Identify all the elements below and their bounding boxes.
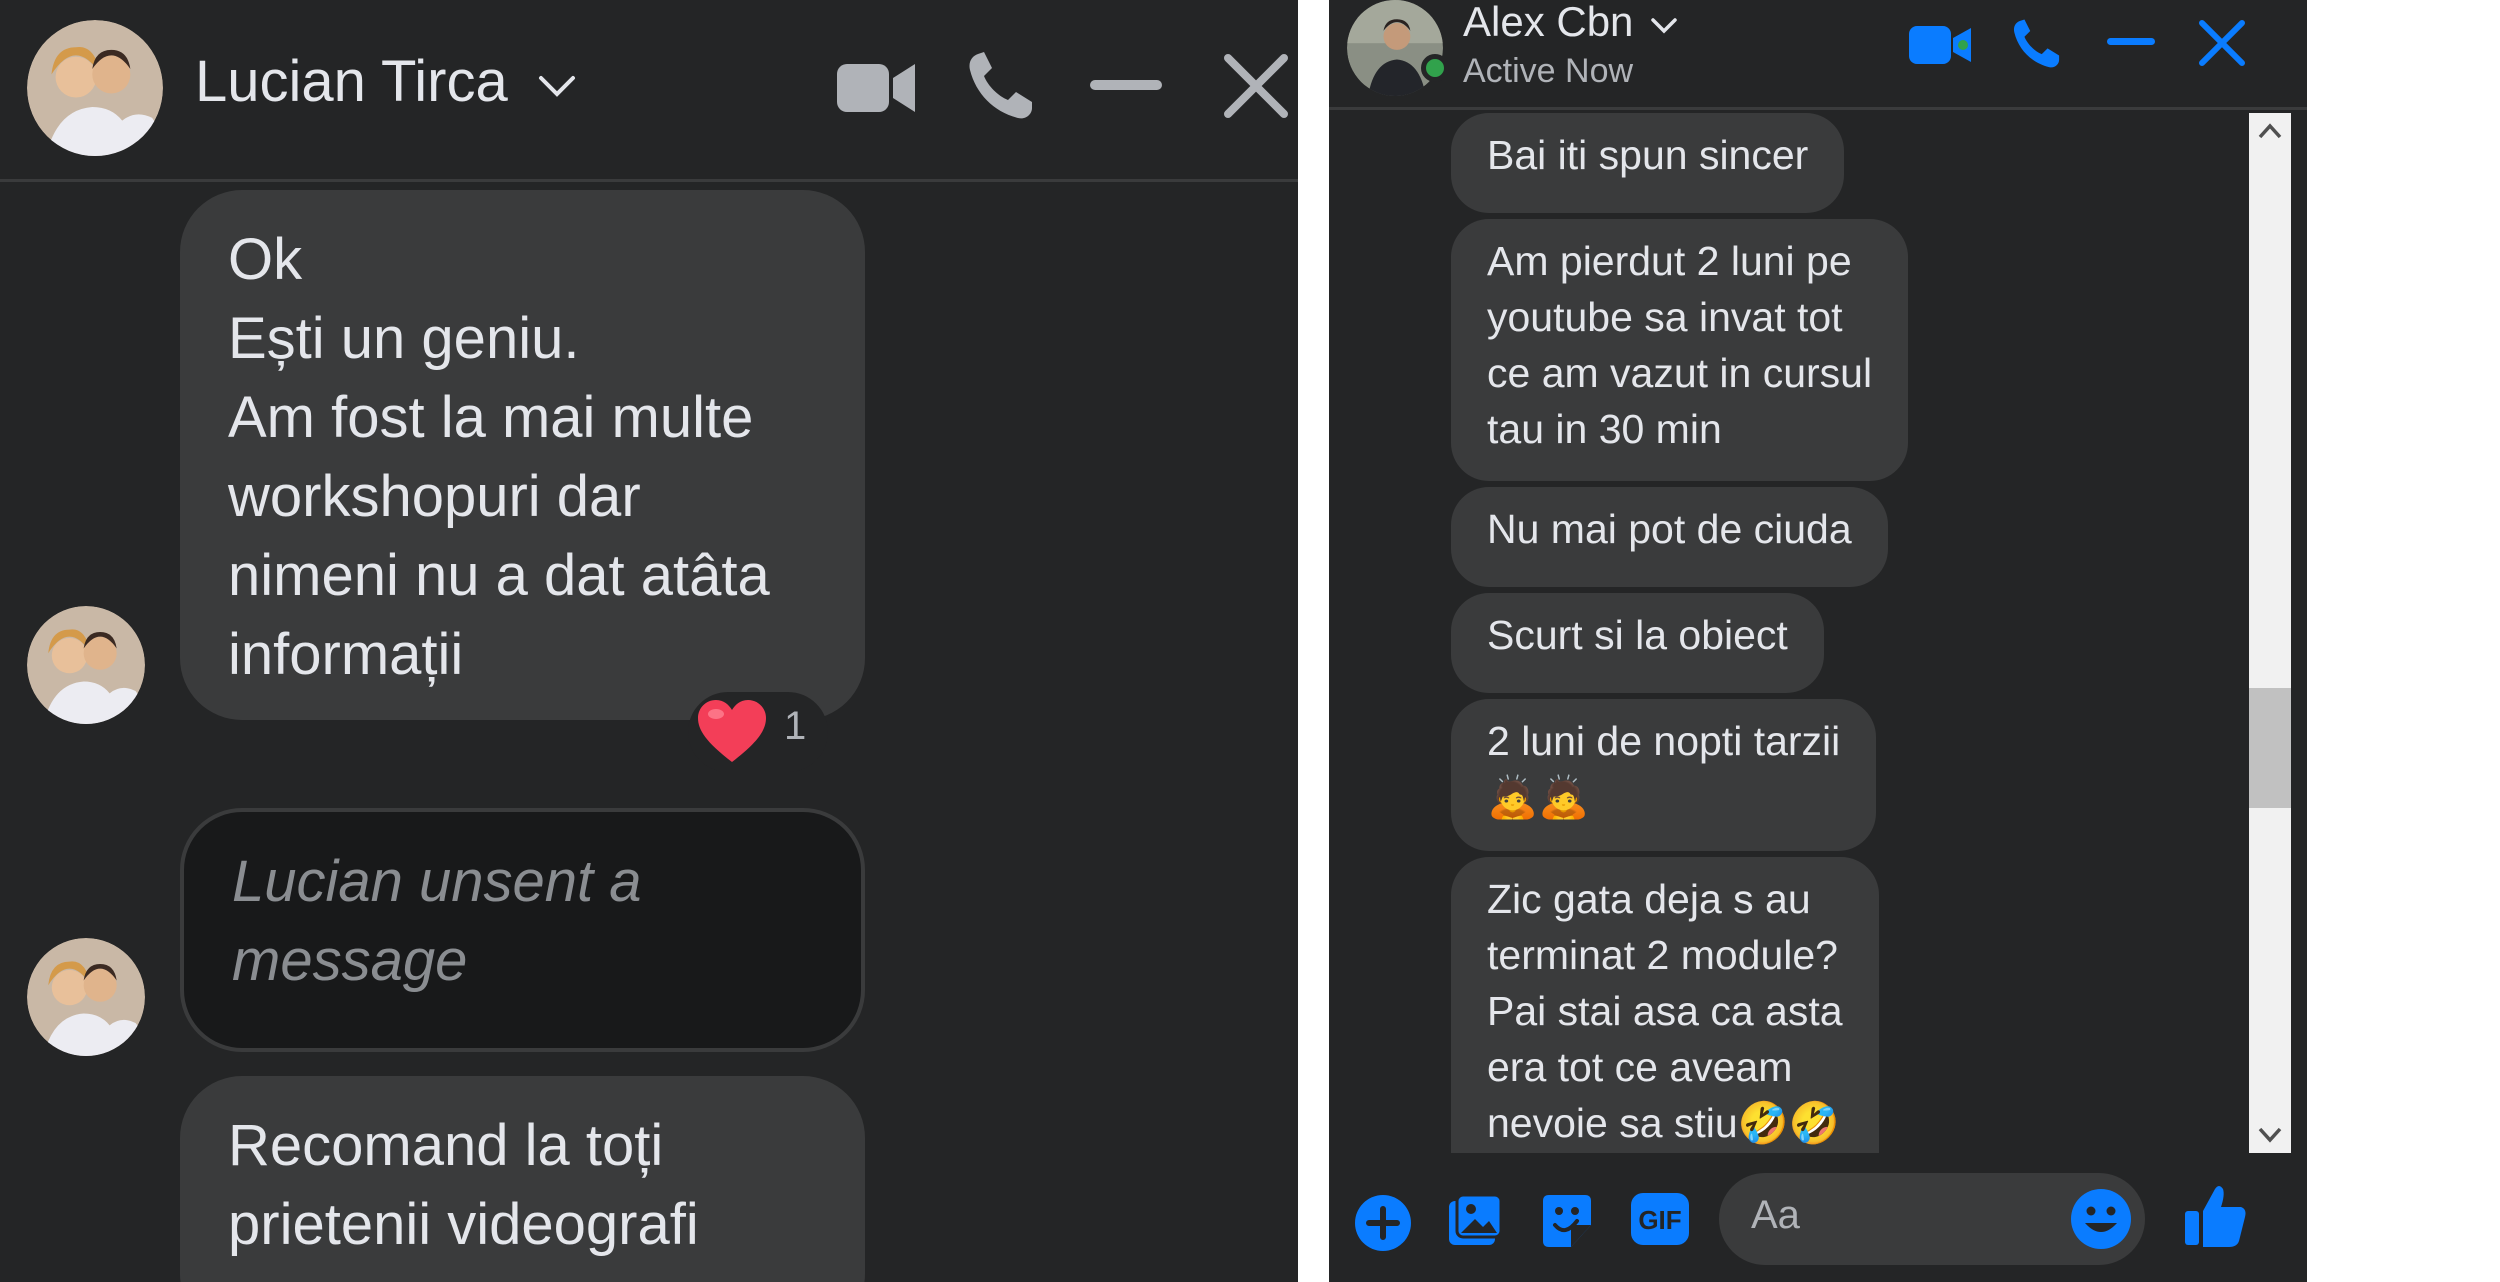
thumbs-up-icon[interactable]	[2183, 1183, 2249, 1249]
sender-avatar[interactable]	[27, 606, 145, 724]
message-text: 2 luni de nopti tarzii	[1487, 718, 1841, 764]
message-list: Bai iti spun sincer Am pierdut 2 luni pe…	[1329, 113, 2307, 1153]
contact-avatar[interactable]	[27, 20, 163, 156]
minimize-icon[interactable]	[2107, 38, 2155, 46]
message-text: youtube sa invat tot	[1487, 294, 1843, 340]
message-bubble[interactable]: Nu mai pot de ciuda	[1451, 487, 1888, 587]
scrollbar-thumb[interactable]	[2249, 688, 2291, 808]
scroll-down-icon[interactable]	[2257, 1125, 2283, 1145]
close-icon[interactable]	[1222, 52, 1290, 120]
message-input-placeholder: Aa	[1751, 1193, 1800, 1237]
message-text: Am pierdut 2 luni pe	[1487, 238, 1852, 284]
message-bubble[interactable]: Am pierdut 2 luni pe youtube sa invat to…	[1451, 219, 1909, 481]
message-bubble[interactable]: Ok Ești un geniu. Am fost la mai multe w…	[180, 190, 865, 720]
message-text: tau in 30 min	[1487, 406, 1722, 452]
message-text: terminat 2 module?	[1487, 932, 1838, 978]
message-text: Bai iti spun sincer	[1487, 132, 1809, 178]
chevron-down-icon[interactable]	[535, 68, 579, 104]
unsent-text: Lucian unsent a	[232, 849, 642, 914]
svg-text:GIF: GIF	[1638, 1205, 1681, 1235]
unsent-text: message	[232, 928, 468, 993]
right-chat-window: Alex Cbn Active Now Bai iti spun sincer …	[1329, 0, 2307, 1282]
photo-icon[interactable]	[1445, 1191, 1505, 1251]
message-bubble[interactable]: Bai iti spun sincer	[1451, 113, 1845, 213]
message-text: ce am vazut in cursul	[1487, 350, 1873, 396]
message-text: workshopuri dar	[228, 464, 641, 529]
message-text: informații	[228, 622, 464, 687]
message-text: Scurt si la obiect	[1487, 612, 1788, 658]
plus-icon[interactable]	[1353, 1193, 1413, 1253]
left-chat-window: Lucian Tirca Ok Ești un geniu. Am fost l…	[0, 0, 1298, 1282]
message-text: era tot ce aveam	[1487, 1044, 1793, 1090]
contact-name[interactable]: Lucian Tirca	[195, 48, 508, 115]
contact-name[interactable]: Alex Cbn	[1463, 0, 1633, 46]
chat-header: Lucian Tirca	[0, 0, 1298, 182]
message-input[interactable]: Aa	[1719, 1173, 2145, 1265]
message-text: Ești un geniu.	[228, 306, 580, 371]
video-camera-icon[interactable]	[1907, 22, 1973, 68]
chevron-down-icon[interactable]	[1649, 14, 1679, 38]
close-icon[interactable]	[2197, 18, 2247, 68]
message-text: prietenii videografi	[228, 1192, 699, 1257]
message-text: Pai stai asa ca asta	[1487, 988, 1843, 1034]
message-text: Ok	[228, 227, 303, 292]
video-camera-icon[interactable]	[835, 58, 917, 118]
message-bubble[interactable]: Scurt si la obiect	[1451, 593, 1824, 693]
message-text: nevoie sa stiu🤣🤣	[1487, 1100, 1840, 1146]
reaction-count: 1	[784, 704, 807, 748]
scroll-up-icon[interactable]	[2257, 121, 2283, 141]
message-bubble[interactable]: Recomand la toți prietenii videografi	[180, 1076, 865, 1282]
gif-icon[interactable]: GIF	[1629, 1191, 1691, 1247]
message-bubble[interactable]: Zic gata deja s au terminat 2 module? Pa…	[1451, 857, 1879, 1153]
message-text: nimeni nu a dat atâta	[228, 543, 770, 608]
message-bubble[interactable]: 2 luni de nopti tarzii 🙇🙇	[1451, 699, 1877, 851]
minimize-icon[interactable]	[1090, 80, 1162, 92]
message-reaction[interactable]: 1	[688, 692, 828, 772]
emoji-icon[interactable]	[2069, 1187, 2133, 1251]
message-text: Zic gata deja s au	[1487, 876, 1811, 922]
message-composer: GIF Aa	[1329, 1153, 2307, 1282]
message-text: Recomand la toți	[228, 1113, 664, 1178]
contact-avatar[interactable]	[1347, 0, 1443, 96]
heart-icon	[698, 700, 766, 762]
sticker-icon[interactable]	[1537, 1191, 1597, 1251]
active-status-text: Active Now	[1463, 52, 1634, 90]
scrollbar[interactable]	[2249, 113, 2291, 1153]
message-text: 🙇🙇	[1487, 774, 1590, 820]
message-text: Am fost la mai multe	[228, 385, 754, 450]
unsent-message-bubble: Lucian unsent a message	[180, 808, 865, 1052]
message-text: Nu mai pot de ciuda	[1487, 506, 1852, 552]
chat-header: Alex Cbn Active Now	[1329, 0, 2307, 110]
phone-icon[interactable]	[2011, 18, 2061, 70]
phone-icon[interactable]	[966, 50, 1034, 122]
sender-avatar[interactable]	[27, 938, 145, 1056]
active-status-dot	[1421, 54, 1449, 82]
